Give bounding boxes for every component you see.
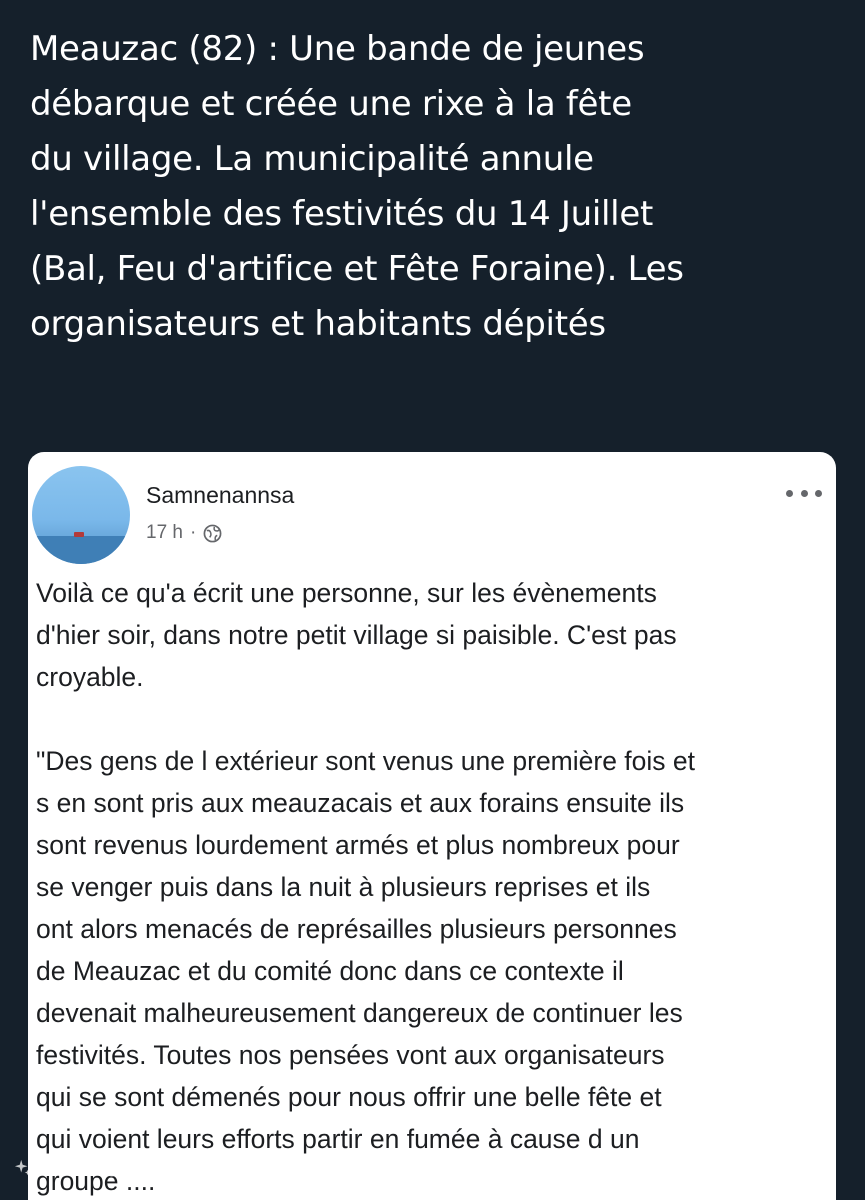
tweet-text-line: organisateurs et habitants dépités: [30, 304, 606, 344]
tweet-text-line: débarque et créée une rixe à la fête: [30, 84, 632, 124]
author-name[interactable]: Samnenannsa: [146, 482, 294, 509]
post-line: "Des gens de l extérieur sont venus une …: [36, 746, 696, 776]
ai-generated-label: Contenu généré par l'IA: [14, 1158, 217, 1178]
avatar[interactable]: [32, 466, 130, 564]
more-dot: [800, 489, 808, 497]
tweet-text-line: Meauzac (82) : Une bande de jeunes: [30, 29, 645, 69]
tweet-text-line: du village. La municipalité annule: [30, 139, 594, 179]
avatar-boat: [74, 532, 84, 537]
more-dot: [815, 489, 822, 497]
more-dot: [786, 489, 793, 497]
ai-generated-text: Contenu généré par l'IA: [38, 1158, 218, 1177]
post-line: devenait malheureusement dangereux de co…: [36, 998, 683, 1028]
post-line: croyable.: [36, 662, 144, 692]
sparkle-icon: [14, 1159, 32, 1177]
post-line: qui voient leurs efforts partir en fumée…: [36, 1124, 640, 1154]
embedded-post-image[interactable]: Samnenannsa 17 h · Voilà ce qu'a écrit u…: [28, 452, 836, 1200]
post-line: qui se sont démenés pour nous offrir une…: [36, 1082, 662, 1112]
meta-separator: ·: [189, 522, 197, 543]
more-options-icon[interactable]: [786, 486, 822, 500]
globe-icon: [203, 524, 222, 543]
post-meta: 17 h ·: [146, 522, 222, 544]
post-body: Voilà ce qu'a écrit une personne, sur le…: [36, 572, 831, 1200]
avatar-sea: [32, 536, 130, 564]
post-line: festivités. Toutes nos pensées vont aux …: [36, 1040, 665, 1070]
post-line: de Meauzac et du comité donc dans ce con…: [36, 956, 624, 986]
post-line: sont revenus lourdement armés et plus no…: [36, 830, 680, 860]
tweet-text-line: (Bal, Feu d'artifice et Fête Foraine). L…: [30, 249, 684, 289]
post-line: s en sont pris aux meauzacais et aux for…: [36, 788, 685, 818]
post-line: d'hier soir, dans notre petit village si…: [36, 620, 677, 650]
post-line: ont alors menacés de représailles plusie…: [36, 914, 677, 944]
tweet-text: Meauzac (82) : Une bande de jeunes débar…: [30, 22, 840, 352]
post-line: se venger puis dans la nuit à plusieurs …: [36, 872, 651, 902]
tweet-text-line: l'ensemble des festivités du 14 Juillet: [30, 194, 653, 234]
post-line: Voilà ce qu'a écrit une personne, sur le…: [36, 578, 657, 608]
post-time[interactable]: 17 h: [146, 522, 183, 544]
